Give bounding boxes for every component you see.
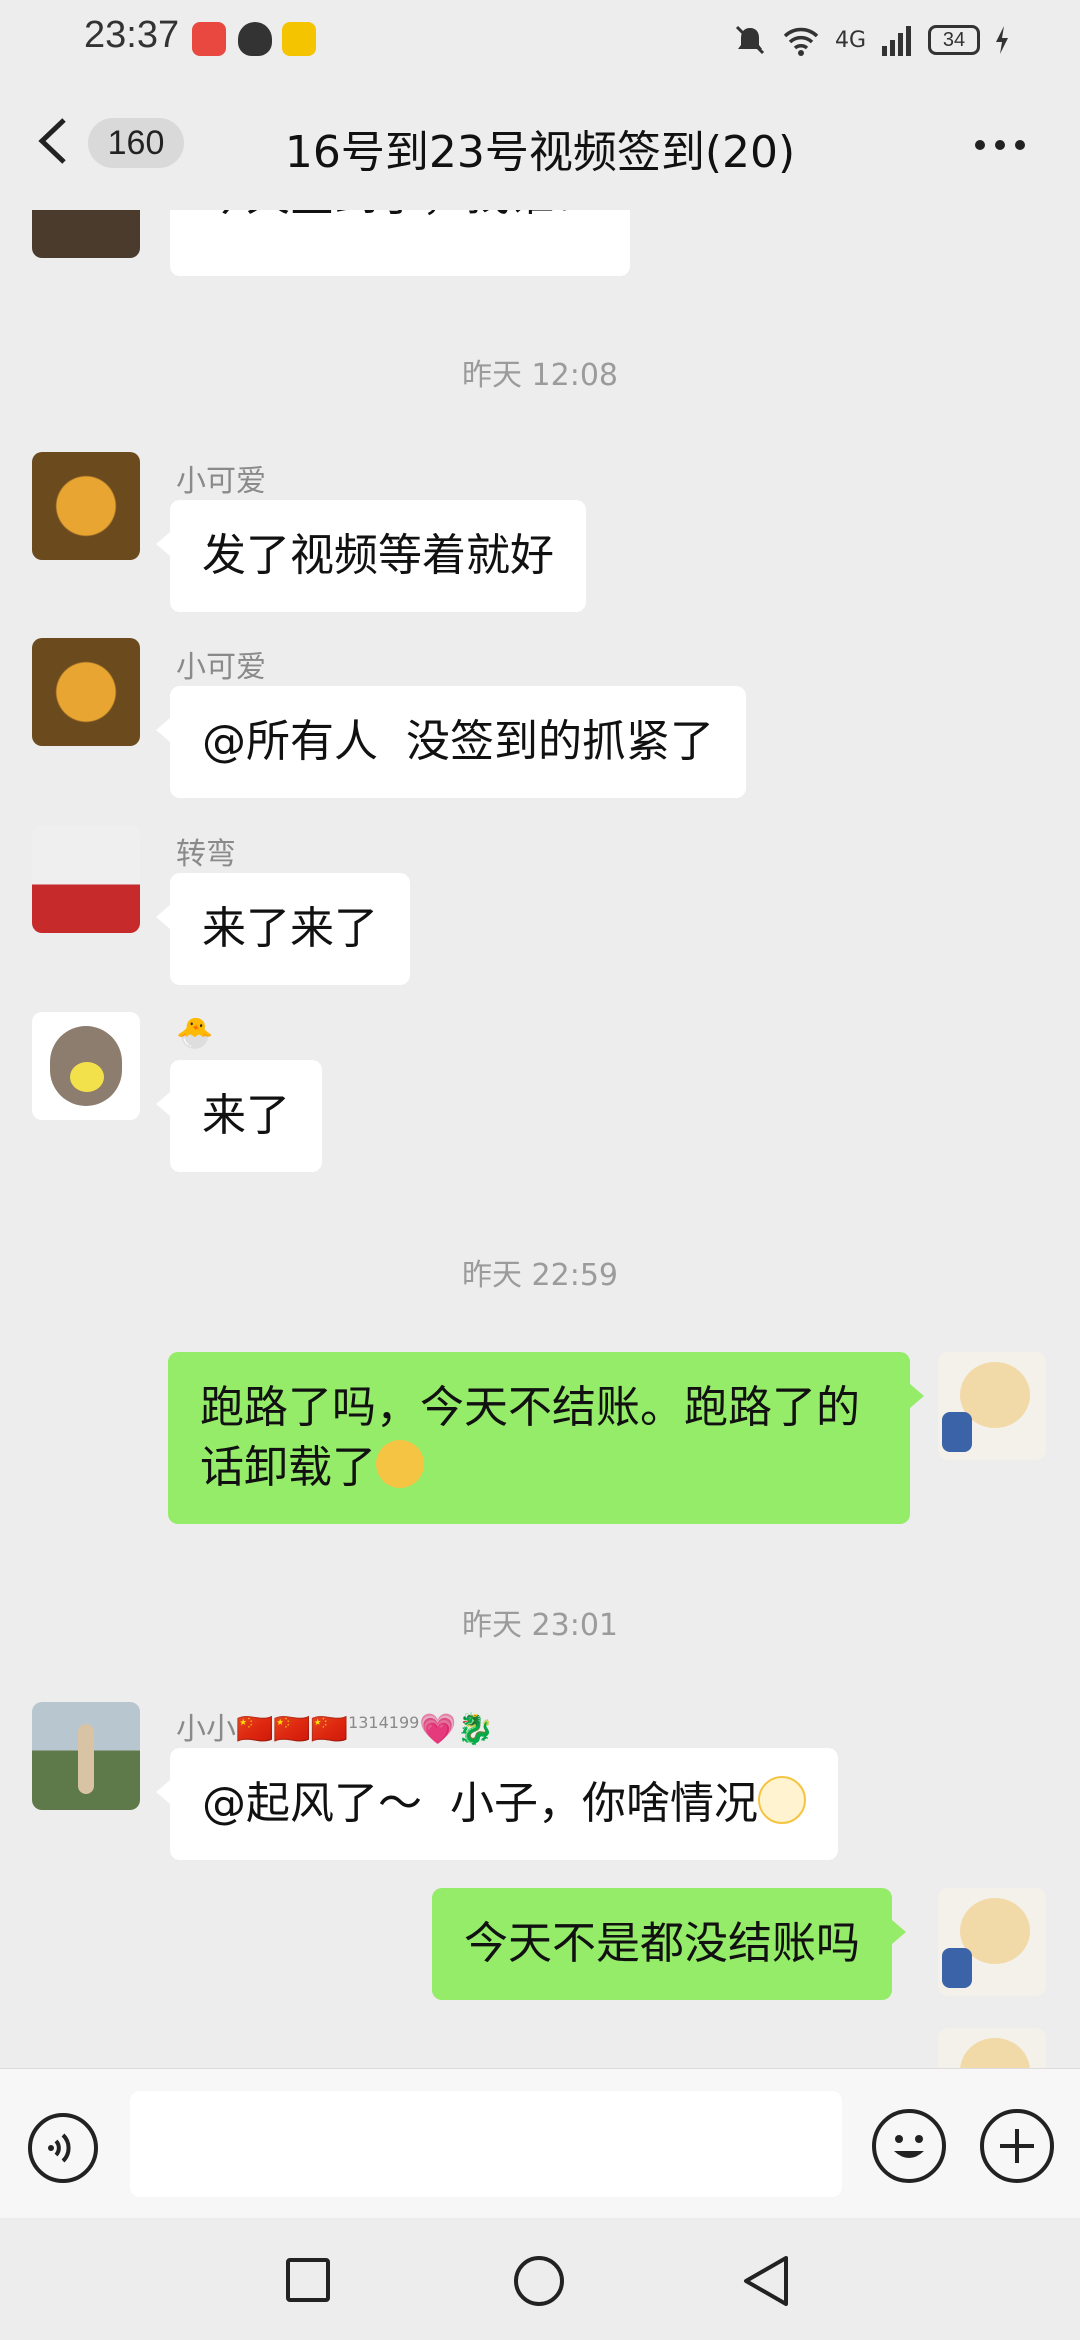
emoji-icon[interactable] [872,2109,946,2183]
timestamp: 昨天 12:08 [462,358,618,393]
doge-emoji-icon [376,1440,424,1488]
avatar[interactable] [32,1702,140,1810]
status-right: 4G 34 [733,18,1010,62]
avatar[interactable] [32,825,140,933]
avatar[interactable] [32,210,140,258]
home-icon[interactable] [514,2256,564,2306]
recent-apps-icon[interactable] [286,2258,330,2302]
system-navigation-bar [0,2218,1080,2340]
unread-count-badge[interactable]: 160 [88,118,184,168]
sender-name: 🐣 [176,1016,214,1051]
timestamp: 昨天 23:01 [462,1608,618,1643]
message-input[interactable] [130,2091,842,2197]
sender-name: 小小🇨🇳🇨🇳🇨🇳1314199💗🐉 [176,1704,494,1748]
message-bubble[interactable]: 今天签到了，找谁？ [170,210,630,276]
signal-icon [882,26,911,56]
mute-bell-icon [735,25,765,55]
sender-name: 小可爱 [176,650,266,685]
message-text: @起风了～ 小子，你啥情况 [202,1778,758,1829]
qq-icon [238,22,272,56]
status-bar: 23:37 4G 34 [0,0,1080,80]
avatar[interactable] [32,638,140,746]
back-chevron-icon[interactable] [36,116,70,166]
sender-name: 转弯 [176,837,236,872]
system-back-icon[interactable] [740,2254,792,2308]
doge-emoji-icon [757,1776,806,1824]
my-avatar[interactable] [938,1352,1046,1460]
message-bubble[interactable]: 来了 [156,1060,322,1172]
charging-icon [996,26,1008,54]
chat-header: 160 16号到23号视频签到(20) [0,80,1080,210]
my-avatar[interactable] [938,2028,1046,2068]
status-time: 23:37 [84,14,180,56]
message-bubble[interactable]: @起风了～ 小子，你啥情况 [156,1748,838,1860]
plus-icon[interactable] [980,2109,1054,2183]
more-icon[interactable] [975,130,1035,160]
battery-level: 34 [928,25,980,55]
sender-name-text: 小小 [176,1712,236,1747]
avatar[interactable] [32,1012,140,1120]
network-type: 4G [834,27,866,53]
avatar[interactable] [32,452,140,560]
timestamp: 昨天 22:59 [462,1258,618,1293]
wifi-icon [783,27,819,56]
message-bubble-outgoing[interactable]: 今天不是都没结账吗 [432,1888,906,2000]
message-bubble[interactable]: 发了视频等着就好 [156,500,586,612]
sender-emoji: 💗🐉 [419,1712,495,1747]
message-bubble[interactable]: @所有人 没签到的抓紧了 [156,686,746,798]
input-bar [0,2068,1080,2219]
app-notification-icon-2 [282,22,316,56]
my-avatar[interactable] [938,1888,1046,1996]
message-text: 跑路了吗，今天不结账。跑路了的 [200,1382,860,1433]
chat-title: 16号到23号视频签到(20) [284,127,796,178]
message-list[interactable]: 今天签到了，找谁？ 昨天 12:08 小可爱 发了视频等着就好 小可爱 @所有人… [0,210,1080,2068]
sender-flags: 🇨🇳🇨🇳🇨🇳 [236,1712,349,1747]
sender-superscript: 1314199 [348,1713,420,1732]
message-bubble-outgoing[interactable]: 跑路了吗，今天不结账。跑路了的 话卸载了 [168,1352,924,1524]
voice-icon[interactable] [28,2113,98,2183]
message-bubble[interactable]: 来了来了 [156,873,410,985]
sender-name: 小可爱 [176,464,266,499]
message-text: 话卸载了 [200,1442,376,1493]
app-notification-icon [192,22,226,56]
